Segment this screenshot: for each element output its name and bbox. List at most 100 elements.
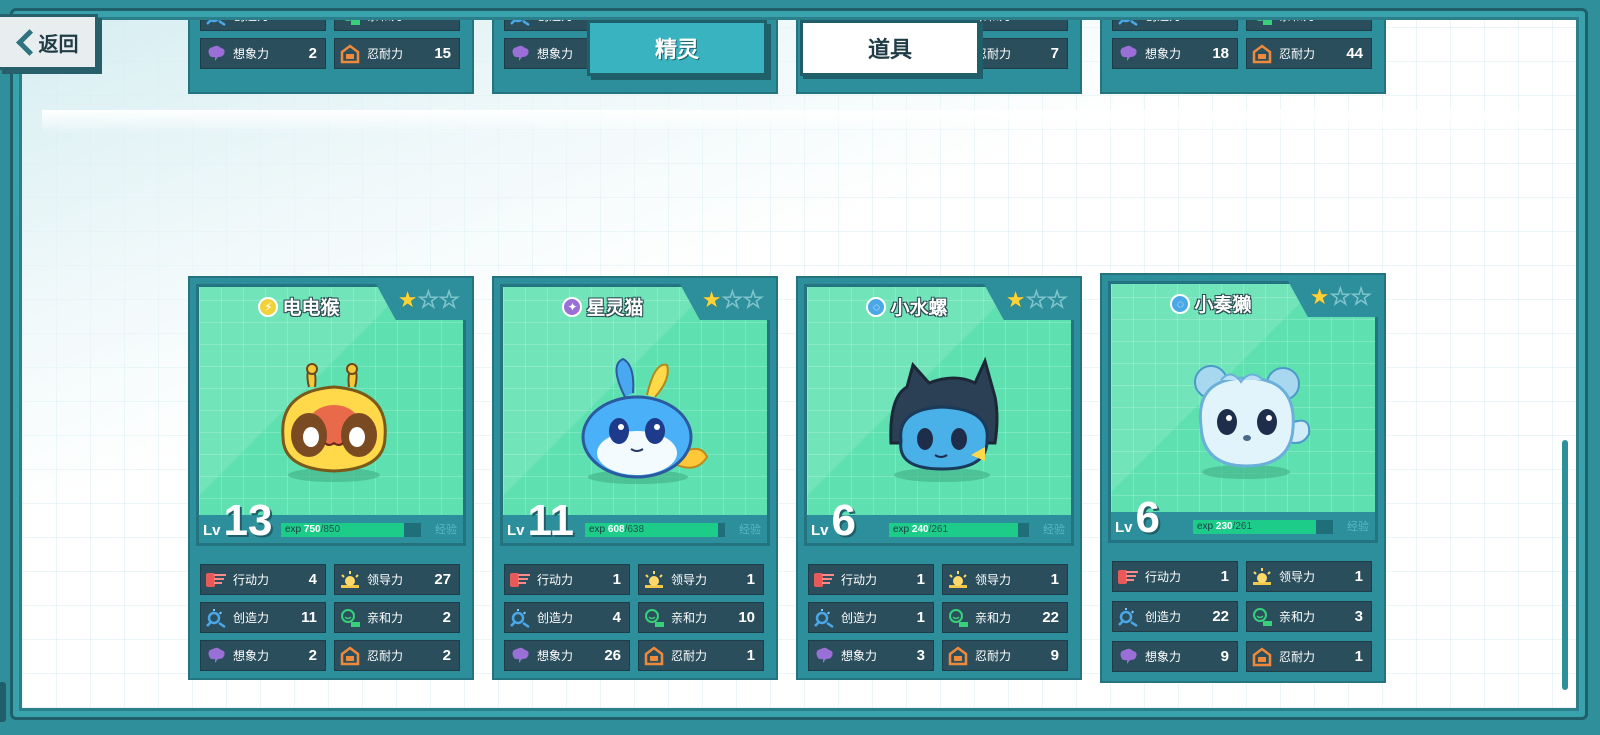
stat-label: 忍耐力 xyxy=(367,649,404,663)
level-bar: Lv 6 exp 230/261 经验 xyxy=(1111,496,1375,540)
star-rating: ★ ★ ★ xyxy=(1006,287,1068,312)
pet-card[interactable]: Lv行动力3领导力3创造力3亲和力6想象力18忍耐力44 xyxy=(1100,20,1386,94)
stat-value: 3 xyxy=(1051,20,1059,24)
stat-value: 2 xyxy=(308,647,317,664)
stat-endurance: 忍耐力 1 xyxy=(1246,641,1372,672)
exp-max: /261 xyxy=(928,524,949,535)
leadership-icon xyxy=(947,570,969,590)
pet-name: 小奏獭 xyxy=(1194,295,1252,316)
tab-items[interactable]: 道具 xyxy=(800,20,980,76)
stat-label: 创造力 xyxy=(233,20,303,24)
stat-label: 忍耐力 xyxy=(1279,650,1316,664)
action-icon xyxy=(813,570,835,590)
affinity-icon xyxy=(339,608,361,628)
stat-value: 44 xyxy=(1346,45,1363,62)
exp-tag: 经验 xyxy=(435,524,457,536)
stat-endurance: 忍耐力 44 xyxy=(1246,38,1372,69)
stat-value: 1 xyxy=(1050,571,1059,588)
stat-value: 10 xyxy=(738,609,755,626)
stat-label: 创造力 xyxy=(1145,20,1215,24)
stat-endurance: 忍耐力 1 xyxy=(638,640,764,671)
stat-value: 1 xyxy=(1354,648,1363,665)
stat-value: 7 xyxy=(1050,45,1059,62)
stat-label: 亲和力 xyxy=(367,20,428,24)
pet-card[interactable]: Lv行动力6领导力26创造力1亲和力10想象力2忍耐力15 xyxy=(188,20,474,94)
leadership-icon xyxy=(643,570,665,590)
stat-value: 4 xyxy=(308,571,317,588)
exp-text: exp 608/638 xyxy=(589,524,645,535)
stat-label: 想象力 xyxy=(233,47,270,61)
stat-leadership: 领导力 1 xyxy=(942,564,1068,595)
pet-card[interactable]: ★ ★ ★ ◌ 小水螺 Lv 6 exp 240/261 经验 行动力 1 领导力 1 创造力 1 亲和力 2… xyxy=(796,276,1082,680)
stat-label: 领导力 xyxy=(975,573,1012,587)
stat-label: 想象力 xyxy=(537,649,574,663)
stat-affinity: 亲和力 10 xyxy=(334,20,460,31)
stat-value: 27 xyxy=(434,571,451,588)
stat-endurance: 忍耐力 2 xyxy=(334,640,460,671)
pet-name-row: ⚡ 电电猴 xyxy=(199,293,399,320)
pet-card[interactable]: ★ ★ ★ ⚡ 电电猴 Lv 13 exp 750/850 经验 行动力 4 领导力 27 创造力 11 亲… xyxy=(188,276,474,680)
stat-affinity: 亲和力 2 xyxy=(334,602,460,633)
creativity-icon xyxy=(813,608,835,628)
stat-creativity: 创造力 22 xyxy=(1112,601,1238,632)
stat-label: 忍耐力 xyxy=(367,47,404,61)
window-frame: Lv行动力6领导力26创造力1亲和力10想象力2忍耐力15Lv行动力19领导力7… xyxy=(10,8,1588,720)
exp-bar: exp 230/261 xyxy=(1193,520,1333,534)
stat-label: 行动力 xyxy=(1145,570,1182,584)
level-display: Lv 13 xyxy=(203,499,272,543)
stat-value: 2 xyxy=(442,647,451,664)
stat-action: 行动力 1 xyxy=(808,564,934,595)
action-icon xyxy=(205,570,227,590)
stat-label: 想象力 xyxy=(233,649,270,663)
stat-creativity: 创造力 3 xyxy=(1112,20,1238,31)
stat-leadership: 领导力 27 xyxy=(334,564,460,595)
affinity-icon xyxy=(947,608,969,628)
stat-value: 22 xyxy=(1042,609,1059,626)
affinity-icon xyxy=(1251,607,1273,627)
stat-value: 2 xyxy=(442,609,451,626)
blue-cat-sprite xyxy=(563,357,713,487)
endurance-icon xyxy=(339,645,361,666)
pet-card[interactable]: ★ ★ ★ ✦ 星灵猫 Lv 11 exp 608/638 经验 行动力 1 领导力 1 创造力 4 亲和力… xyxy=(492,276,778,680)
scrollbar[interactable] xyxy=(1562,440,1568,690)
level-display: Lv 6 xyxy=(811,499,856,543)
star-icon: ★ xyxy=(1047,287,1068,312)
imagination-icon xyxy=(1117,44,1139,64)
exp-text: exp 240/261 xyxy=(893,524,949,535)
exp-tag: 经验 xyxy=(739,524,761,536)
star-icon: ★ xyxy=(397,287,418,312)
creativity-icon xyxy=(1117,607,1139,627)
exp-current: 608 xyxy=(607,524,625,535)
creativity-icon xyxy=(509,20,531,26)
stat-value: 15 xyxy=(434,45,451,62)
exp-tag: 经验 xyxy=(1043,524,1065,536)
endurance-icon xyxy=(643,645,665,666)
back-button[interactable]: 返回 xyxy=(0,14,98,70)
stat-label: 行动力 xyxy=(841,573,878,587)
back-button-label: 返回 xyxy=(38,33,79,56)
stat-imagination: 想象力 3 xyxy=(808,640,934,671)
stat-action: 行动力 1 xyxy=(1112,561,1238,592)
stat-label: 行动力 xyxy=(233,573,270,587)
stat-value: 2 xyxy=(308,45,317,62)
stat-label: 忍耐力 xyxy=(975,649,1012,663)
stat-label: 忍耐力 xyxy=(1279,47,1316,61)
stat-grid: 行动力 1 领导力 1 创造力 4 亲和力 10 想象力 26 忍耐力 1 xyxy=(504,564,768,671)
pet-portrait: ★ ★ ★ ◌ 小水螺 Lv 6 exp 240/261 经验 xyxy=(804,284,1074,546)
pet-card[interactable]: ★ ★ ★ ◌ 小奏獭 Lv 6 exp 230/261 经验 行动力 1 领导力 1 创造力 22 亲和力… xyxy=(1100,273,1386,683)
pet-name: 小水螺 xyxy=(890,298,948,319)
creativity-icon xyxy=(205,608,227,628)
stat-creativity: 创造力 1 xyxy=(200,20,326,31)
stat-affinity: 亲和力 3 xyxy=(1246,601,1372,632)
stat-affinity: 亲和力 10 xyxy=(638,602,764,633)
stat-label: 忍耐力 xyxy=(975,47,1012,61)
imagination-icon xyxy=(509,44,531,64)
affinity-icon xyxy=(1251,20,1273,26)
level-number: 11 xyxy=(527,496,575,545)
tab-pets[interactable]: 精灵 xyxy=(587,20,767,76)
stat-imagination: 想象力 18 xyxy=(1112,38,1238,69)
stat-label: 行动力 xyxy=(537,573,574,587)
exp-bar: exp 240/261 xyxy=(889,523,1029,537)
creativity-icon xyxy=(205,20,227,26)
stat-value: 4 xyxy=(612,609,621,626)
